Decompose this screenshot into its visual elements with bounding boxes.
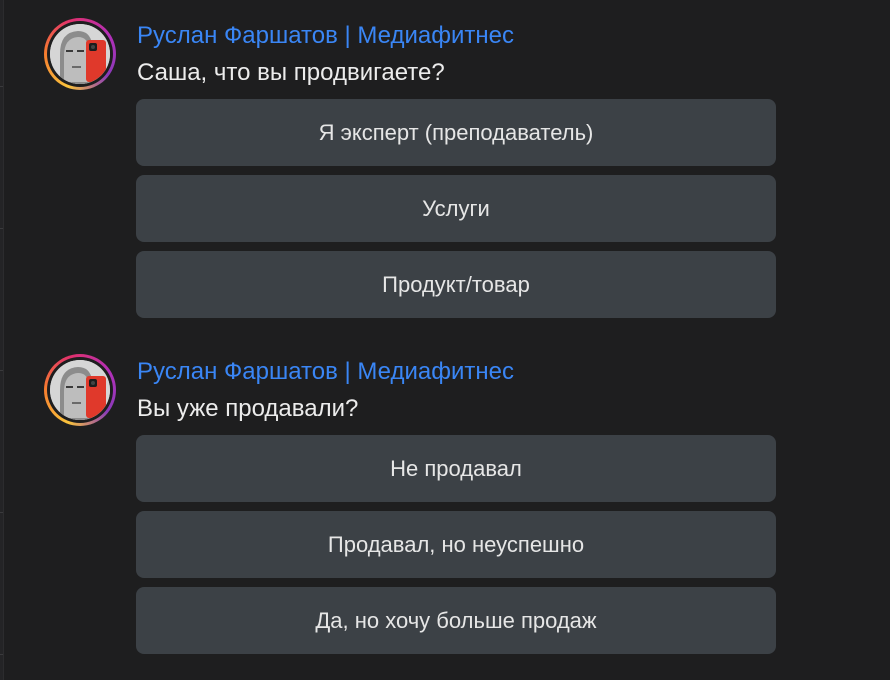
- quick-reply-button[interactable]: Да, но хочу больше продаж: [136, 587, 776, 654]
- avatar[interactable]: [44, 354, 116, 426]
- avatar-border: [47, 357, 113, 423]
- sender-name[interactable]: Руслан Фаршатов | Медиафитнес: [137, 358, 514, 386]
- avatar-border: [47, 21, 113, 87]
- user-avatar-photo-icon: [50, 24, 110, 84]
- quick-reply-button[interactable]: Услуги: [136, 175, 776, 242]
- panel-divider: [0, 512, 3, 513]
- left-panel-edge: [0, 0, 4, 680]
- quick-reply-button[interactable]: Продукт/товар: [136, 251, 776, 318]
- message-text: Саша, что вы продвигаете?: [137, 59, 445, 86]
- quick-reply-button[interactable]: Продавал, но неуспешно: [136, 511, 776, 578]
- quick-reply-button[interactable]: Я эксперт (преподаватель): [136, 99, 776, 166]
- message-text: Вы уже продавали?: [137, 395, 359, 422]
- panel-divider: [0, 228, 3, 229]
- panel-divider: [0, 370, 3, 371]
- user-avatar-photo-icon: [50, 360, 110, 420]
- avatar[interactable]: [44, 18, 116, 90]
- quick-reply-button[interactable]: Не продавал: [136, 435, 776, 502]
- panel-divider: [0, 86, 3, 87]
- panel-divider: [0, 654, 3, 655]
- sender-name[interactable]: Руслан Фаршатов | Медиафитнес: [137, 22, 514, 50]
